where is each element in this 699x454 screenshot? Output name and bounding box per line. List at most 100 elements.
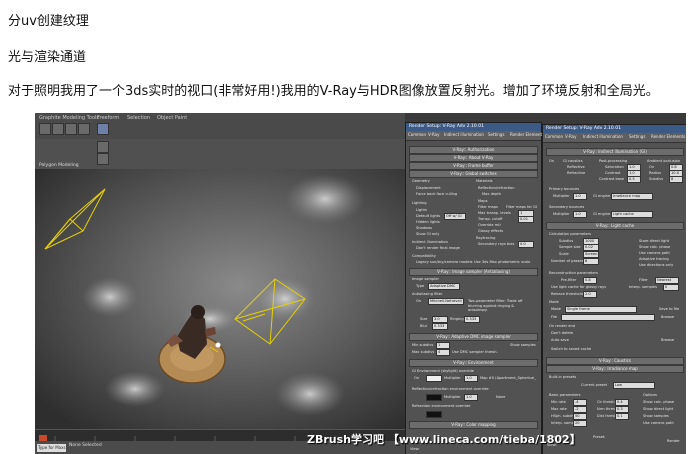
ribbon-tab[interactable]: Selection xyxy=(127,115,150,121)
rollout[interactable]: V-Ray:: Adaptive DMC image sampler xyxy=(409,333,538,341)
checkbox-label[interactable]: Hidden lights xyxy=(416,220,440,224)
checkbox-label[interactable]: Displacement xyxy=(416,186,441,190)
hdr-map-button[interactable]: Map #0 (Apartment_Spherical_HiRes.hdr) xyxy=(480,376,536,380)
browse-button[interactable]: Browse xyxy=(661,315,674,319)
value-field[interactable]: 0.1 xyxy=(615,413,629,420)
tool-icon[interactable] xyxy=(52,123,64,135)
checkbox-label[interactable]: Use 3ds Max photometric scale xyxy=(474,260,530,264)
tab-indirect[interactable]: Indirect illumination xyxy=(583,134,623,139)
checkbox-label[interactable]: Adaptive tracing xyxy=(639,257,669,261)
tab-vray[interactable]: V-Ray xyxy=(428,132,439,137)
scale-select[interactable]: Screen xyxy=(583,251,599,258)
value-field[interactable]: 0.333 xyxy=(432,323,448,330)
value-field[interactable]: 0 xyxy=(663,284,679,291)
rollout[interactable]: V-Ray:: Caustics xyxy=(546,357,684,365)
value-field[interactable]: 0.8 xyxy=(583,277,597,284)
map-button[interactable]: None xyxy=(496,395,505,399)
checkbox-label[interactable]: Show samples xyxy=(643,414,669,418)
value-field[interactable]: 0.0 xyxy=(518,241,534,248)
checkbox-label[interactable]: Use directions only xyxy=(639,263,673,267)
tab-indirect[interactable]: Indirect illumination xyxy=(444,132,484,137)
tool-icon[interactable] xyxy=(97,141,109,153)
checkbox-label[interactable]: Refractive xyxy=(567,171,585,175)
filter-select[interactable]: Nearest xyxy=(655,277,679,284)
checkbox-label[interactable]: Don't render final image xyxy=(416,246,460,250)
checkbox-label[interactable]: Use camera path xyxy=(643,421,674,425)
mode-select[interactable]: Single frame xyxy=(565,306,637,313)
checkbox-label[interactable]: Override mtl xyxy=(478,223,501,227)
gi-engine-select[interactable]: Light cache xyxy=(611,211,653,218)
value-field[interactable]: 1.0 xyxy=(464,394,478,401)
rollout[interactable]: V-Ray:: Irradiance map xyxy=(546,365,684,373)
rollout[interactable]: V-Ray:: Color mapping xyxy=(409,421,538,429)
tool-icon[interactable] xyxy=(97,153,109,165)
tool-icon[interactable] xyxy=(39,123,51,135)
checkbox-label[interactable]: Reflection/refraction xyxy=(478,186,515,190)
rollout[interactable]: V-Ray:: Environment xyxy=(409,359,538,367)
tab-render-elements[interactable]: Render Elements xyxy=(510,132,544,137)
checkbox-label[interactable]: Show direct light xyxy=(643,407,673,411)
value-field[interactable]: 1 xyxy=(436,342,450,349)
browse-button[interactable]: Browse xyxy=(661,338,674,342)
checkbox-label[interactable]: Show calc. phase xyxy=(643,400,674,404)
value-field[interactable]: 0.3 xyxy=(615,406,629,413)
checkbox-label[interactable]: Filter maps xyxy=(478,205,498,209)
checkbox-label[interactable]: On xyxy=(414,376,419,380)
checkbox-label[interactable]: Filter maps for GI xyxy=(506,205,537,209)
checkbox-label[interactable]: Use DMC sampler thresh. xyxy=(452,350,498,354)
value-field[interactable]: 50 xyxy=(573,413,587,420)
gi-engine-select[interactable]: Irradiance map xyxy=(611,193,653,200)
rollout[interactable]: V-Ray:: Light cache xyxy=(546,222,684,230)
file-path-field[interactable] xyxy=(561,314,655,321)
polygon-modeling-label[interactable]: Polygon Modeling xyxy=(39,163,79,168)
checkbox-label[interactable]: Pre-filter xyxy=(561,278,576,282)
value-field[interactable]: 8 xyxy=(583,258,599,265)
value-field[interactable]: 2.0 xyxy=(583,291,597,298)
color-swatch[interactable] xyxy=(426,394,442,401)
ribbon-tab[interactable]: Object Paint xyxy=(157,115,187,121)
checkbox-label[interactable]: Show GI only xyxy=(416,232,439,236)
checkbox-label[interactable]: Retrace threshold xyxy=(551,292,583,296)
rollout[interactable]: V-Ray:: Authorization xyxy=(409,146,538,154)
filter-select[interactable]: Mitchell-Netravali xyxy=(428,298,464,305)
checkbox-label[interactable]: Switch to saved cache xyxy=(551,347,591,351)
color-swatch[interactable] xyxy=(426,411,442,418)
checkbox-label[interactable]: Lights xyxy=(416,208,427,212)
ribbon-tab[interactable]: Graphite Modeling Tools xyxy=(39,115,99,121)
default-lights-select[interactable]: Off w/ GI xyxy=(444,213,466,220)
checkbox-label[interactable]: Auto save xyxy=(551,338,569,342)
checkbox-label[interactable]: Reflective xyxy=(567,165,585,169)
tab-settings[interactable]: Settings xyxy=(629,134,645,139)
checkbox-label[interactable]: Default lights xyxy=(416,214,440,218)
save-to-file-button[interactable]: Save to file xyxy=(659,307,679,311)
checkbox-label[interactable]: Show calc. phase xyxy=(639,245,670,249)
value-field[interactable]: 0.01 xyxy=(518,216,534,223)
value-field[interactable]: 20 xyxy=(573,420,587,427)
value-field[interactable]: 1.0 xyxy=(573,211,587,218)
tool-icon[interactable] xyxy=(65,123,77,135)
value-field[interactable]: -4 xyxy=(573,399,587,406)
checkbox-label[interactable]: On xyxy=(416,299,421,303)
rollout[interactable]: V-Ray:: Indirect illumination (GI) xyxy=(546,148,684,156)
checkbox-label[interactable]: Shadows xyxy=(416,226,432,230)
tool-icon[interactable] xyxy=(97,123,109,135)
value-field[interactable]: 0.333 xyxy=(464,316,480,323)
tab-render-elements[interactable]: Render Elements xyxy=(651,134,685,139)
rollout[interactable]: V-Ray:: About V-Ray xyxy=(409,154,538,162)
checkbox-label[interactable]: Force back face culling xyxy=(416,192,457,196)
value-field[interactable]: 0.5 xyxy=(627,176,641,183)
perspective-viewport[interactable]: [+] [Perspective ] [ Realistic ] xyxy=(35,169,405,429)
rollout[interactable]: V-Ray:: Frame buffer xyxy=(409,162,538,170)
value-field[interactable]: 0.4 xyxy=(615,399,629,406)
checkbox-label[interactable]: Use camera path xyxy=(639,251,670,255)
value-field[interactable]: 1.0 xyxy=(464,375,478,382)
checkbox-label[interactable]: On xyxy=(549,159,554,163)
value-field[interactable]: 3.0 xyxy=(432,316,448,323)
tab-settings[interactable]: Settings xyxy=(488,132,504,137)
value-field[interactable]: 1.0 xyxy=(573,193,587,200)
value-field[interactable]: 0.02 xyxy=(583,244,599,251)
value-field[interactable]: 4 xyxy=(436,349,450,356)
checkbox-label[interactable]: Legacy sun/sky/camera models xyxy=(416,260,472,264)
checkbox-label[interactable]: On xyxy=(649,165,654,169)
value-field[interactable]: -2 xyxy=(573,406,587,413)
